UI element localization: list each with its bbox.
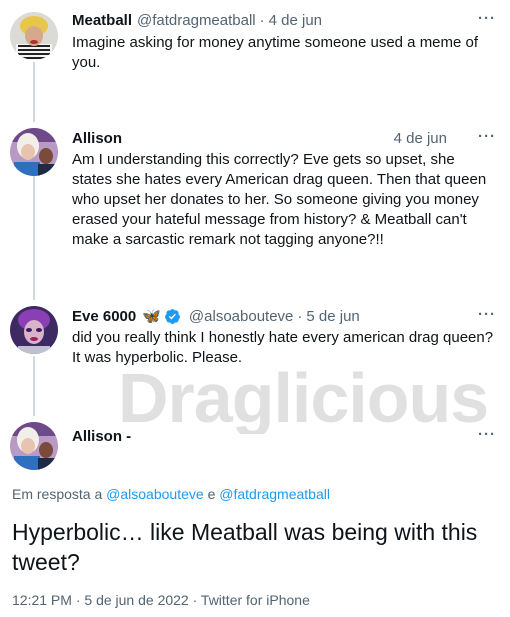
focused-tweet[interactable]: Allison - ···: [0, 422, 510, 482]
separator-dot: ·: [297, 307, 303, 325]
verified-badge-icon: [164, 308, 180, 324]
thread-tweet[interactable]: Eve 6000 🦋 @alsoabouteve · 5 de jun ··· …: [0, 306, 510, 376]
separator-dot: ·: [259, 11, 265, 29]
focused-tweet-text: Hyperbolic… like Meatball was being with…: [12, 519, 478, 575]
thread-tweet[interactable]: Allison 4 de jun ··· Am I understanding …: [0, 128, 510, 268]
avatar[interactable]: [10, 306, 58, 354]
separator-dot: ·: [192, 592, 198, 608]
tweet-time[interactable]: 12:21 PM: [12, 592, 72, 608]
reply-user-link[interactable]: @alsoabouteve: [106, 486, 204, 502]
tweet-source[interactable]: Twitter for iPhone: [201, 592, 310, 608]
more-horizontal-icon[interactable]: ···: [478, 10, 496, 27]
reply-prefix: Em resposta a: [12, 486, 103, 502]
avatar[interactable]: [10, 12, 58, 60]
separator-dot: ·: [75, 592, 81, 608]
tweet-text: Imagine asking for money anytime someone…: [72, 34, 479, 71]
author-handle[interactable]: @alsoabouteve: [189, 308, 293, 325]
author-name[interactable]: Allison -: [72, 428, 131, 445]
butterfly-emoji: 🦋: [142, 308, 161, 325]
tweet-date[interactable]: 4 de jun: [269, 12, 322, 29]
author-handle[interactable]: @fatdragmeatball: [137, 12, 256, 29]
reply-user-link[interactable]: @fatdragmeatball: [219, 486, 330, 502]
more-horizontal-icon[interactable]: ···: [478, 306, 496, 323]
more-horizontal-icon[interactable]: ···: [478, 426, 496, 443]
reply-context: Em resposta a @alsoabouteve e @fatdragme…: [12, 486, 330, 502]
author-name[interactable]: Meatball: [72, 12, 132, 29]
avatar[interactable]: [10, 422, 58, 470]
author-name[interactable]: Eve 6000: [72, 308, 136, 325]
reply-conjunction: e: [207, 486, 216, 502]
tweet-metadata: 12:21 PM · 5 de jun de 2022 · Twitter fo…: [12, 592, 310, 608]
avatar[interactable]: [10, 128, 58, 176]
thread-tweet[interactable]: Meatball @fatdragmeatball · 4 de jun ···…: [0, 10, 510, 80]
tweet-full-date[interactable]: 5 de jun de 2022: [84, 592, 188, 608]
tweet-text: Am I understanding this correctly? Eve g…: [72, 151, 487, 248]
author-name[interactable]: Allison: [72, 130, 122, 147]
tweet-date[interactable]: 4 de jun: [394, 130, 447, 147]
more-horizontal-icon[interactable]: ···: [478, 128, 496, 145]
tweet-text: did you really think I honestly hate eve…: [72, 329, 494, 366]
tweet-date[interactable]: 5 de jun: [306, 308, 359, 325]
